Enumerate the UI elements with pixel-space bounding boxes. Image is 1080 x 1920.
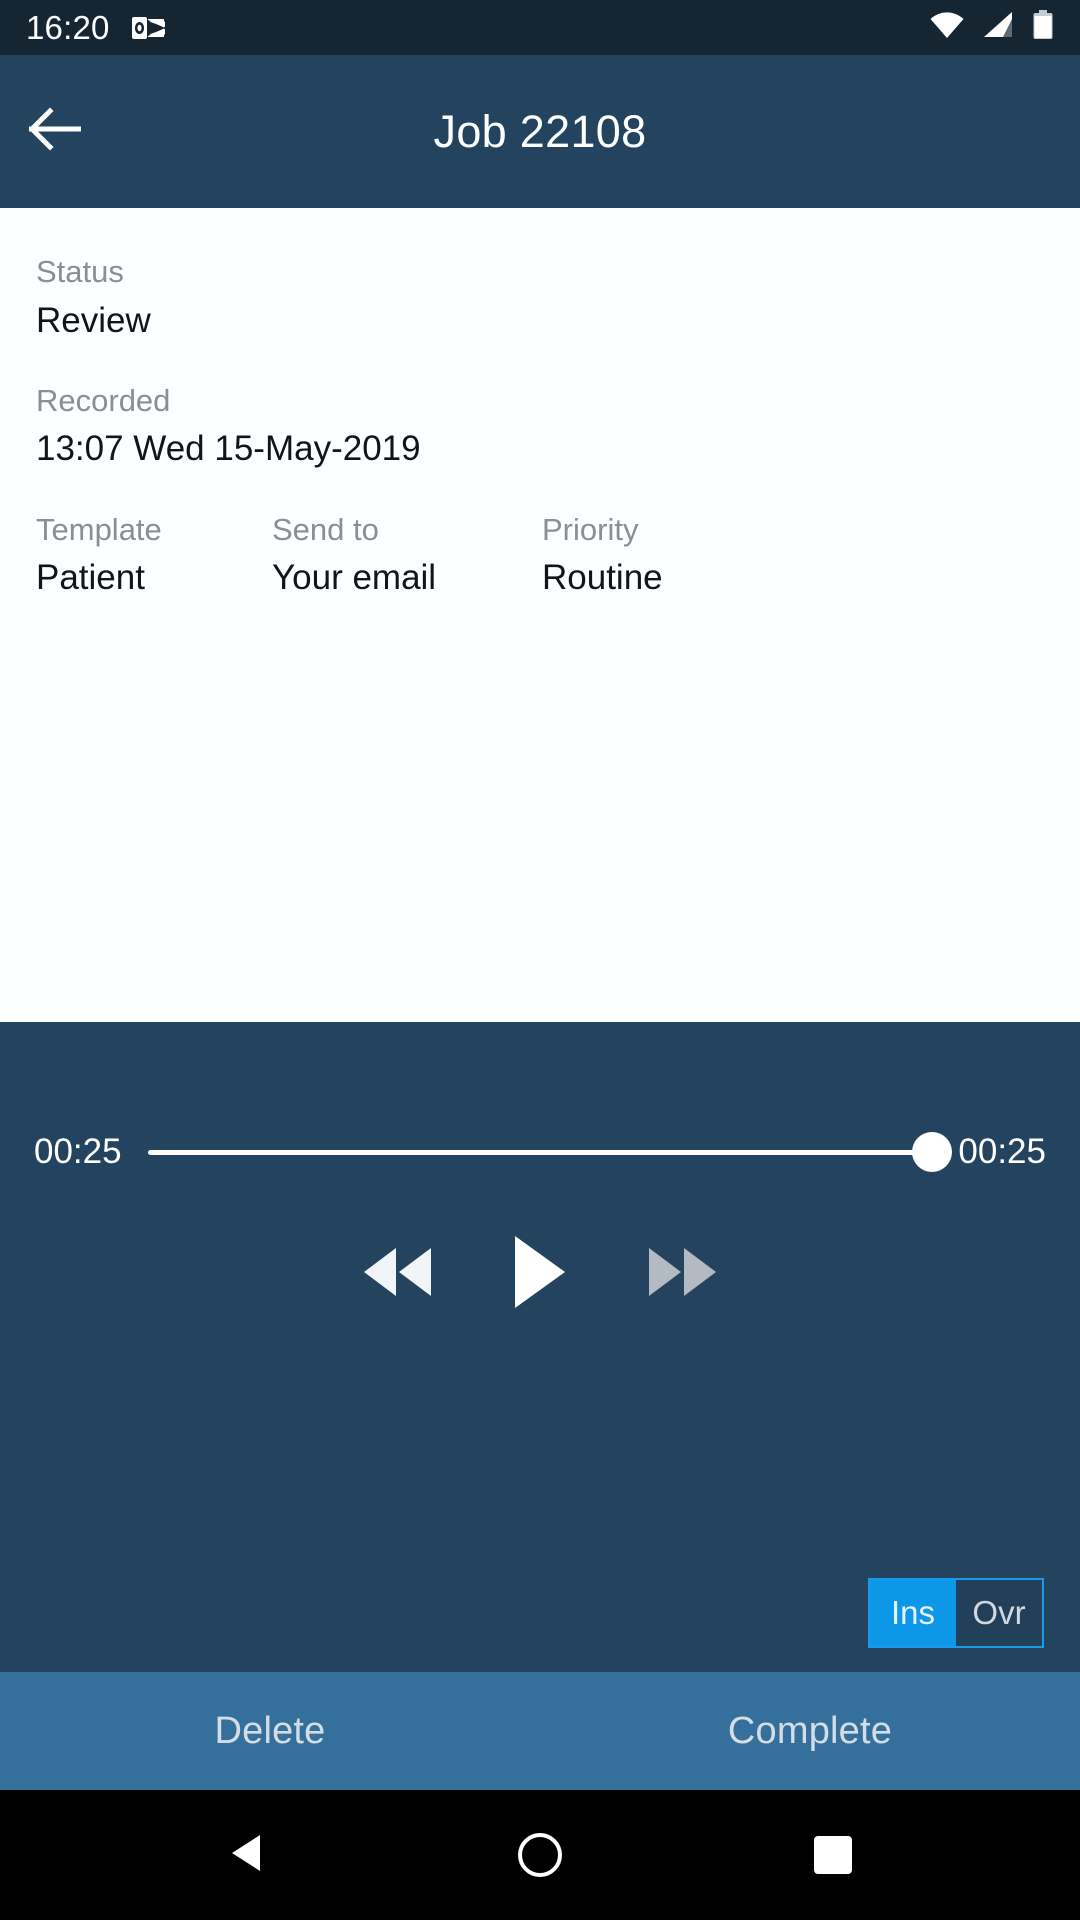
field-template: Template Patient [36,512,272,599]
template-value: Patient [36,558,145,598]
play-icon [511,1234,569,1315]
android-nav-bar [0,1790,1080,1920]
field-status: Status Review [36,254,1044,341]
transport-controls [0,1234,1080,1315]
rewind-icon [361,1244,435,1305]
field-send-to: Send to Your email [272,512,542,599]
mode-insert-button[interactable]: Ins [870,1580,956,1646]
recorded-value: 13:07 Wed 15-May-2019 [36,429,421,469]
seek-row: 00:25 00:25 [0,1132,1080,1172]
nav-home-button[interactable] [480,1790,600,1920]
seek-thumb[interactable] [912,1132,953,1172]
priority-value: Routine [542,558,663,598]
battery-icon [1032,10,1054,45]
triangle-back-icon [230,1833,264,1878]
status-bar-clock: 16:20 [26,8,110,46]
field-row-meta: Template Patient Send to Your email Prio… [36,512,1044,599]
page-title: Job 22108 [433,105,647,157]
insert-overwrite-toggle: Ins Ovr [868,1578,1044,1648]
fast-forward-icon [645,1244,719,1305]
template-label: Template [36,511,162,547]
status-label: Status [36,254,124,289]
seek-track [147,1149,933,1155]
complete-button[interactable]: Complete [540,1672,1080,1790]
delete-button[interactable]: Delete [0,1672,540,1790]
cellular-signal-icon [982,11,1015,44]
fast-forward-button[interactable] [645,1244,719,1305]
action-bar: Delete Complete [0,1672,1080,1790]
rewind-button[interactable] [361,1244,435,1305]
recorded-label: Recorded [36,382,171,418]
elapsed-time: 00:25 [34,1132,122,1171]
circle-home-icon [517,1833,562,1877]
seek-slider[interactable] [147,1132,953,1172]
app-bar: Job 22108 [0,55,1080,208]
wifi-icon [929,11,965,44]
mode-overwrite-button[interactable]: Ovr [956,1580,1042,1646]
duration-time: 00:25 [958,1132,1046,1171]
status-value: Review [36,300,151,340]
play-button[interactable] [511,1234,569,1315]
status-bar-right [929,10,1054,45]
status-bar-left: 16:20 [26,9,166,47]
arrow-left-icon [28,107,82,156]
priority-label: Priority [542,511,639,547]
outlook-icon [131,13,166,43]
status-bar: 16:20 [0,0,1080,55]
phone-screen: 16:20 Job 22108 Status Review Recorded 1… [0,0,1080,1920]
send-to-label: Send to [272,511,379,547]
back-button[interactable] [0,55,110,208]
nav-back-button[interactable] [187,1790,307,1920]
square-recents-icon [814,1836,853,1874]
send-to-value: Your email [272,558,437,598]
field-recorded: Recorded 13:07 Wed 15-May-2019 [36,383,1044,470]
job-details-panel: Status Review Recorded 13:07 Wed 15-May-… [0,208,1080,1022]
field-priority: Priority Routine [542,512,663,599]
nav-recents-button[interactable] [773,1790,893,1920]
audio-player: 00:25 00:25 Ins Ovr [0,1022,1080,1672]
